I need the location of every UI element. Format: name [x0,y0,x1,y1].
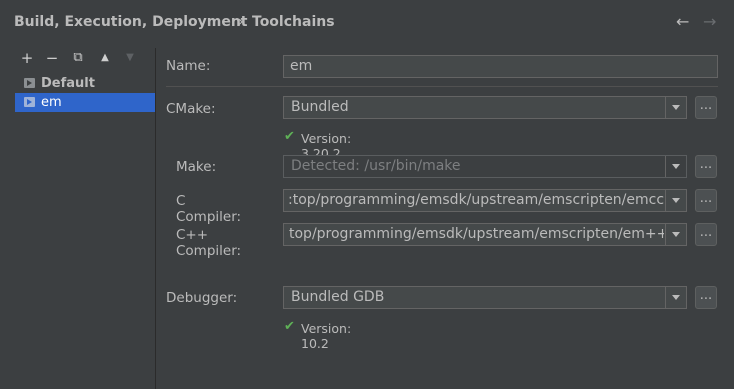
debugger-combobox[interactable]: Bundled GDB [283,286,687,309]
remove-icon[interactable]: − [44,50,60,66]
c-compiler-combobox[interactable]: :top/programming/emsdk/upstream/emscript… [283,189,687,212]
toolchain-icon [24,97,35,107]
toolchain-item-default[interactable]: Default [15,74,155,93]
toolchain-item-label: em [41,95,62,110]
toolchain-item-label: Default [41,76,95,91]
make-placeholder: Detected: /usr/bin/make [291,158,461,174]
check-icon: ✔ [284,319,295,334]
cmake-value: Bundled [291,99,349,115]
c-compiler-browse-button[interactable]: ... [695,189,717,212]
chevron-down-icon[interactable] [665,224,686,245]
chevron-down-icon[interactable] [665,287,686,308]
chevron-down-icon[interactable] [665,97,686,118]
breadcrumb-parent[interactable]: Build, Execution, Deployment [14,14,248,30]
cpp-compiler-browse-button[interactable]: ... [695,223,717,246]
toolchain-tree: Default em [15,74,155,112]
page-title: Toolchains [252,14,335,30]
cmake-browse-button[interactable]: ... [695,96,717,119]
breadcrumb-separator: › [238,14,244,30]
move-up-icon[interactable]: ▲ [97,50,113,66]
debugger-label: Debugger: [166,290,238,306]
cmake-label: CMake: [166,101,216,117]
debugger-version: Version: 10.2 [301,321,352,351]
name-label: Name: [166,58,211,74]
chevron-down-icon[interactable] [665,190,686,211]
forward-arrow-icon: → [703,12,717,31]
cpp-compiler-value: top/programming/emsdk/upstream/emscripte… [289,226,664,242]
back-arrow-icon[interactable]: ← [676,12,689,31]
cpp-compiler-label: C++ Compiler: [176,227,242,259]
check-icon: ✔ [284,129,295,144]
name-field[interactable]: em [283,55,718,78]
cmake-combobox[interactable]: Bundled [283,96,687,119]
chevron-down-icon[interactable] [665,156,686,177]
separator [166,86,718,87]
add-icon[interactable]: + [19,50,35,66]
debugger-value: Bundled GDB [291,289,385,305]
toolchain-list-panel: + − ⧉ ▲ ▼ Default em [15,48,156,389]
toolchain-item-em[interactable]: em [15,93,155,112]
cpp-compiler-combobox[interactable]: top/programming/emsdk/upstream/emscripte… [283,223,687,246]
c-compiler-label: C Compiler: [176,193,242,225]
toolchain-toolbar: + − ⧉ ▲ ▼ [15,48,155,70]
move-down-icon: ▼ [126,52,134,63]
toolchain-icon [24,78,35,88]
make-combobox[interactable]: Detected: /usr/bin/make [283,155,687,178]
copy-icon[interactable]: ⧉ [70,50,86,66]
make-browse-button[interactable]: ... [695,155,717,178]
make-label: Make: [176,159,217,175]
c-compiler-value: :top/programming/emsdk/upstream/emscript… [288,192,664,208]
settings-header: Build, Execution, Deployment › Toolchain… [0,0,734,44]
debugger-browse-button[interactable]: ... [695,286,717,309]
